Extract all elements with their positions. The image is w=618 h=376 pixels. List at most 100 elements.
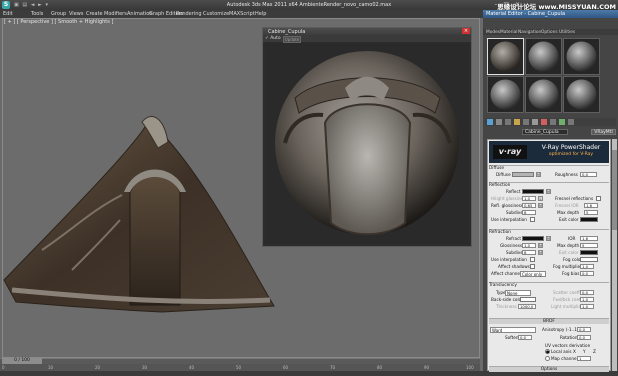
menu-help[interactable]: Help: [255, 11, 266, 17]
refr-exit-color-label: Exit color: [559, 250, 579, 255]
translucency-type-dropdown[interactable]: None: [505, 290, 531, 296]
material-slot[interactable]: [563, 76, 600, 113]
thickness-label: Thickness: [496, 304, 517, 309]
material-type-button[interactable]: VRayMtl: [591, 129, 616, 135]
refract-color-swatch[interactable]: [522, 236, 544, 241]
refl-glossiness-field[interactable]: 0,65: [522, 203, 536, 208]
refl-subdivs-field[interactable]: 8: [522, 210, 536, 215]
affect-shadows-checkbox[interactable]: [530, 264, 535, 269]
section-reflection[interactable]: Reflection: [489, 182, 609, 188]
uv-vectors-label: UV vectors derivation: [545, 343, 591, 348]
affect-channels-dropdown[interactable]: Color only: [520, 271, 546, 277]
lock-l-button[interactable]: L: [538, 196, 543, 201]
refr-glossiness-field[interactable]: 1,0: [522, 243, 536, 248]
fog-color-swatch[interactable]: [580, 257, 598, 262]
section-refraction[interactable]: Refraction: [489, 229, 609, 235]
menu-views[interactable]: Views: [69, 11, 83, 17]
refl-max-depth-field[interactable]: 5: [584, 210, 598, 215]
material-slot[interactable]: [563, 38, 600, 75]
refr-glossiness-map-button[interactable]: M: [538, 243, 543, 248]
menu-modifiers[interactable]: Modifiers: [104, 11, 127, 17]
axis-y-option[interactable]: Y: [583, 349, 586, 354]
menu-utilities[interactable]: Utilities: [559, 30, 575, 35]
menu-edit[interactable]: Edit: [3, 11, 13, 17]
material-slot-selected[interactable]: [487, 38, 524, 75]
refl-use-interp-checkbox[interactable]: [530, 217, 535, 222]
refr-use-interp-checkbox[interactable]: [530, 257, 535, 262]
refract-map-button[interactable]: M: [546, 236, 551, 241]
material-slot[interactable]: [487, 76, 524, 113]
slot-preview-sphere: [528, 41, 559, 72]
menu-rendering[interactable]: Rendering: [176, 11, 202, 17]
ior-field[interactable]: 1,6: [580, 236, 598, 241]
material-name-field[interactable]: Cabine_Cupula: [522, 129, 568, 135]
refr-max-depth-label: Max depth: [557, 243, 580, 248]
fog-multiplier-field[interactable]: 1,0: [580, 264, 594, 269]
anisotropy-field[interactable]: 0,0: [577, 327, 591, 332]
roughness-field[interactable]: 0,0: [580, 172, 597, 177]
menu-modes[interactable]: Modes: [486, 30, 500, 35]
auto-checkbox[interactable]: ✓ Auto: [265, 36, 281, 41]
close-icon[interactable]: ×: [462, 28, 470, 34]
menu-maxscript[interactable]: MAXScript: [229, 11, 255, 17]
fog-bias-field[interactable]: 0,0: [580, 271, 594, 276]
rotation-field[interactable]: 0,0: [577, 335, 591, 340]
fresnel-ior-label: Fresnel IOR: [555, 203, 579, 208]
reflect-map-button[interactable]: M: [546, 189, 551, 194]
refl-glossiness-map-button[interactable]: M: [538, 203, 543, 208]
hilight-glossiness-field[interactable]: 1,0: [522, 196, 536, 201]
material-toolbar-icons[interactable]: [485, 118, 616, 126]
back-side-color-swatch[interactable]: [520, 297, 536, 302]
menu-tools[interactable]: Tools: [31, 11, 43, 17]
map-channel-label: Map channel: [551, 356, 578, 361]
refr-subdivs-field[interactable]: 8: [522, 250, 536, 255]
section-options[interactable]: Options: [489, 366, 609, 372]
material-slot[interactable]: [525, 38, 562, 75]
axis-x-option[interactable]: X: [573, 349, 576, 354]
fwd-bck-coeff-field[interactable]: 1,0: [580, 297, 594, 302]
refr-subdivs-map-button[interactable]: M: [538, 250, 543, 255]
brdf-type-dropdown[interactable]: Ward: [490, 327, 536, 333]
section-brdf[interactable]: BRDF: [489, 318, 609, 324]
menu-customize[interactable]: Customize: [203, 11, 229, 17]
material-slot[interactable]: [525, 76, 562, 113]
roughness-label: Roughness: [555, 172, 578, 177]
tent-cupola-model[interactable]: [2, 100, 292, 325]
menu-material[interactable]: Material: [500, 30, 517, 35]
viewport-label[interactable]: [ + ] [ Perspective ] [ Smooth + Highlig…: [4, 19, 113, 25]
local-axis-radio[interactable]: ●: [545, 349, 550, 354]
diffuse-map-button[interactable]: M: [536, 172, 541, 177]
tick-label: 80: [377, 365, 383, 370]
diffuse-label: Diffuse: [496, 172, 511, 177]
menu-options[interactable]: Options: [541, 30, 558, 35]
back-side-color-label: Back-side color: [491, 297, 523, 302]
light-multiplier-field[interactable]: 1,0: [580, 304, 594, 309]
refr-max-depth-field[interactable]: 5: [580, 243, 598, 248]
refl-exit-color-swatch[interactable]: [580, 217, 598, 222]
scrollbar-thumb[interactable]: [612, 150, 617, 230]
diffuse-color-swatch[interactable]: [512, 172, 534, 177]
thickness-field[interactable]: 1000,0: [518, 304, 536, 309]
refl-glossiness-label: Refl. glossiness: [491, 203, 524, 208]
track-bar[interactable]: 0 10 20 30 40 50 60 70 80 90 100: [0, 364, 480, 371]
refl-exit-color-label: Exit color: [559, 217, 579, 222]
section-diffuse[interactable]: Diffuse: [489, 165, 609, 171]
axis-z-option[interactable]: Z: [593, 349, 596, 354]
map-channel-field[interactable]: 1: [577, 356, 591, 361]
tick-label: 30: [142, 365, 148, 370]
refr-exit-color-swatch[interactable]: [580, 250, 598, 255]
slot-preview-sphere: [490, 79, 521, 110]
menu-create[interactable]: Create: [86, 11, 103, 17]
fresnel-ior-field[interactable]: 1,6: [584, 203, 598, 208]
update-button[interactable]: Update: [283, 36, 301, 43]
map-channel-radio[interactable]: [545, 356, 550, 361]
scatter-coeff-field[interactable]: 0,0: [580, 290, 594, 295]
menu-navigation[interactable]: Navigation: [518, 30, 541, 35]
auto-label: Auto: [270, 36, 281, 41]
reflect-color-swatch[interactable]: [522, 189, 544, 194]
material-editor-toolbar: [485, 118, 616, 126]
soften-field[interactable]: 0,0: [518, 335, 532, 340]
fresnel-checkbox[interactable]: [596, 196, 601, 201]
menu-group[interactable]: Group: [51, 11, 66, 17]
section-translucency[interactable]: Translucency: [489, 282, 609, 288]
